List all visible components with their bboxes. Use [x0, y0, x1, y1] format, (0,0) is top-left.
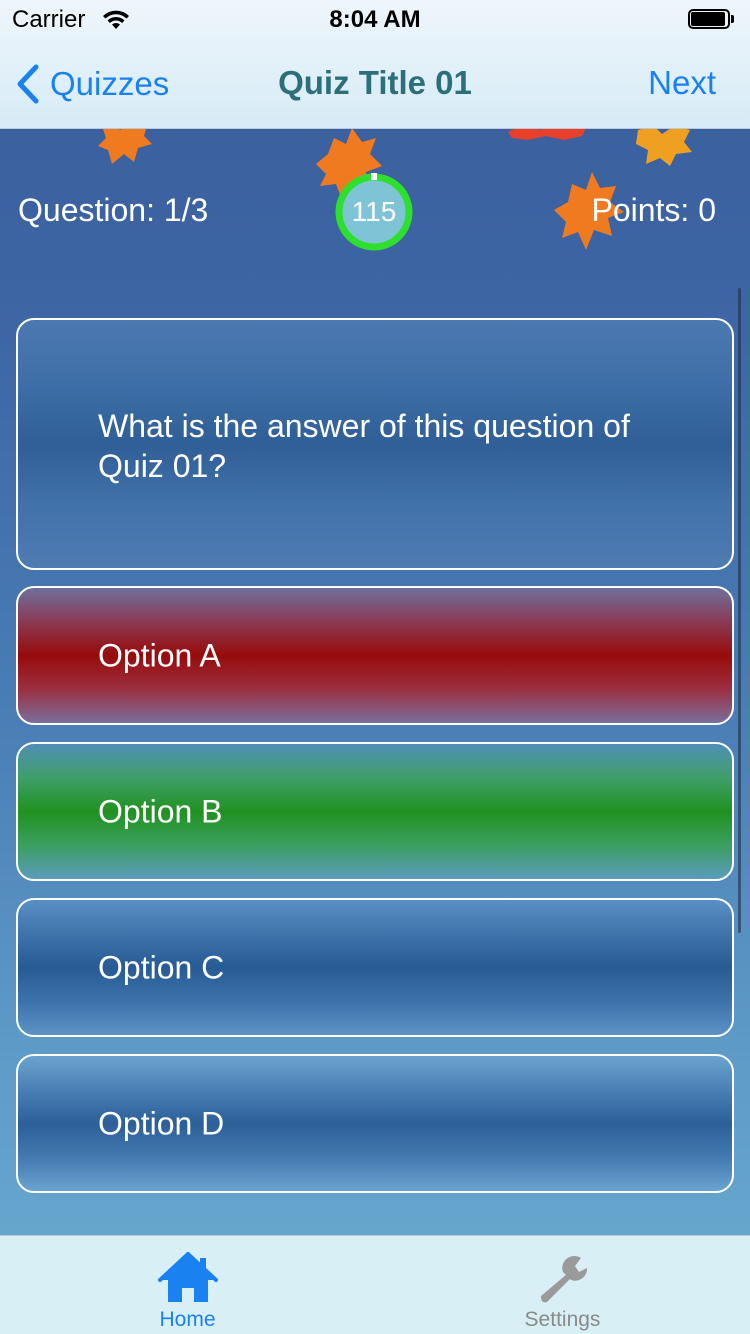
question-counter: Question: 1/3: [18, 192, 209, 228]
tab-settings-label: Settings: [524, 1308, 601, 1331]
battery-icon: [688, 9, 736, 31]
page-title: Quiz Title 01: [278, 64, 472, 101]
wrench-icon: [540, 1255, 587, 1303]
next-button[interactable]: Next: [648, 64, 716, 102]
option-a-button[interactable]: Option A: [16, 586, 734, 725]
option-c-button[interactable]: Option C: [16, 898, 734, 1037]
question-text: What is the answer of this question of Q…: [98, 408, 630, 484]
option-label: Option D: [98, 1105, 225, 1141]
home-icon: [157, 1252, 218, 1302]
top-bar: Carrier 8:04 AM Quizzes Quiz Title 01 Ne…: [0, 0, 750, 129]
question-card: What is the answer of this question of Q…: [16, 318, 734, 570]
option-b-button[interactable]: Option B: [16, 742, 734, 881]
countdown-timer: 115: [334, 172, 414, 252]
status-time: 8:04 AM: [329, 6, 421, 33]
option-d-button[interactable]: Option D: [16, 1054, 734, 1193]
tab-bar: Home Settings: [0, 1235, 750, 1334]
tab-home-label: Home: [159, 1308, 216, 1331]
option-label: Option A: [98, 637, 221, 673]
points-label: Points: 0: [591, 192, 716, 228]
navigation-bar: Quizzes Quiz Title 01 Next: [0, 40, 750, 128]
scroll-indicator[interactable]: [738, 288, 741, 933]
timer-value: 115: [351, 196, 397, 227]
option-label: Option B: [98, 793, 223, 829]
quiz-screen: Carrier 8:04 AM Quizzes Quiz Title 01 Ne…: [0, 0, 750, 1334]
tab-settings[interactable]: Settings: [375, 1236, 750, 1334]
option-label: Option C: [98, 949, 225, 985]
tab-home[interactable]: Home: [0, 1236, 375, 1334]
status-bar: Carrier 8:04 AM: [0, 0, 750, 40]
